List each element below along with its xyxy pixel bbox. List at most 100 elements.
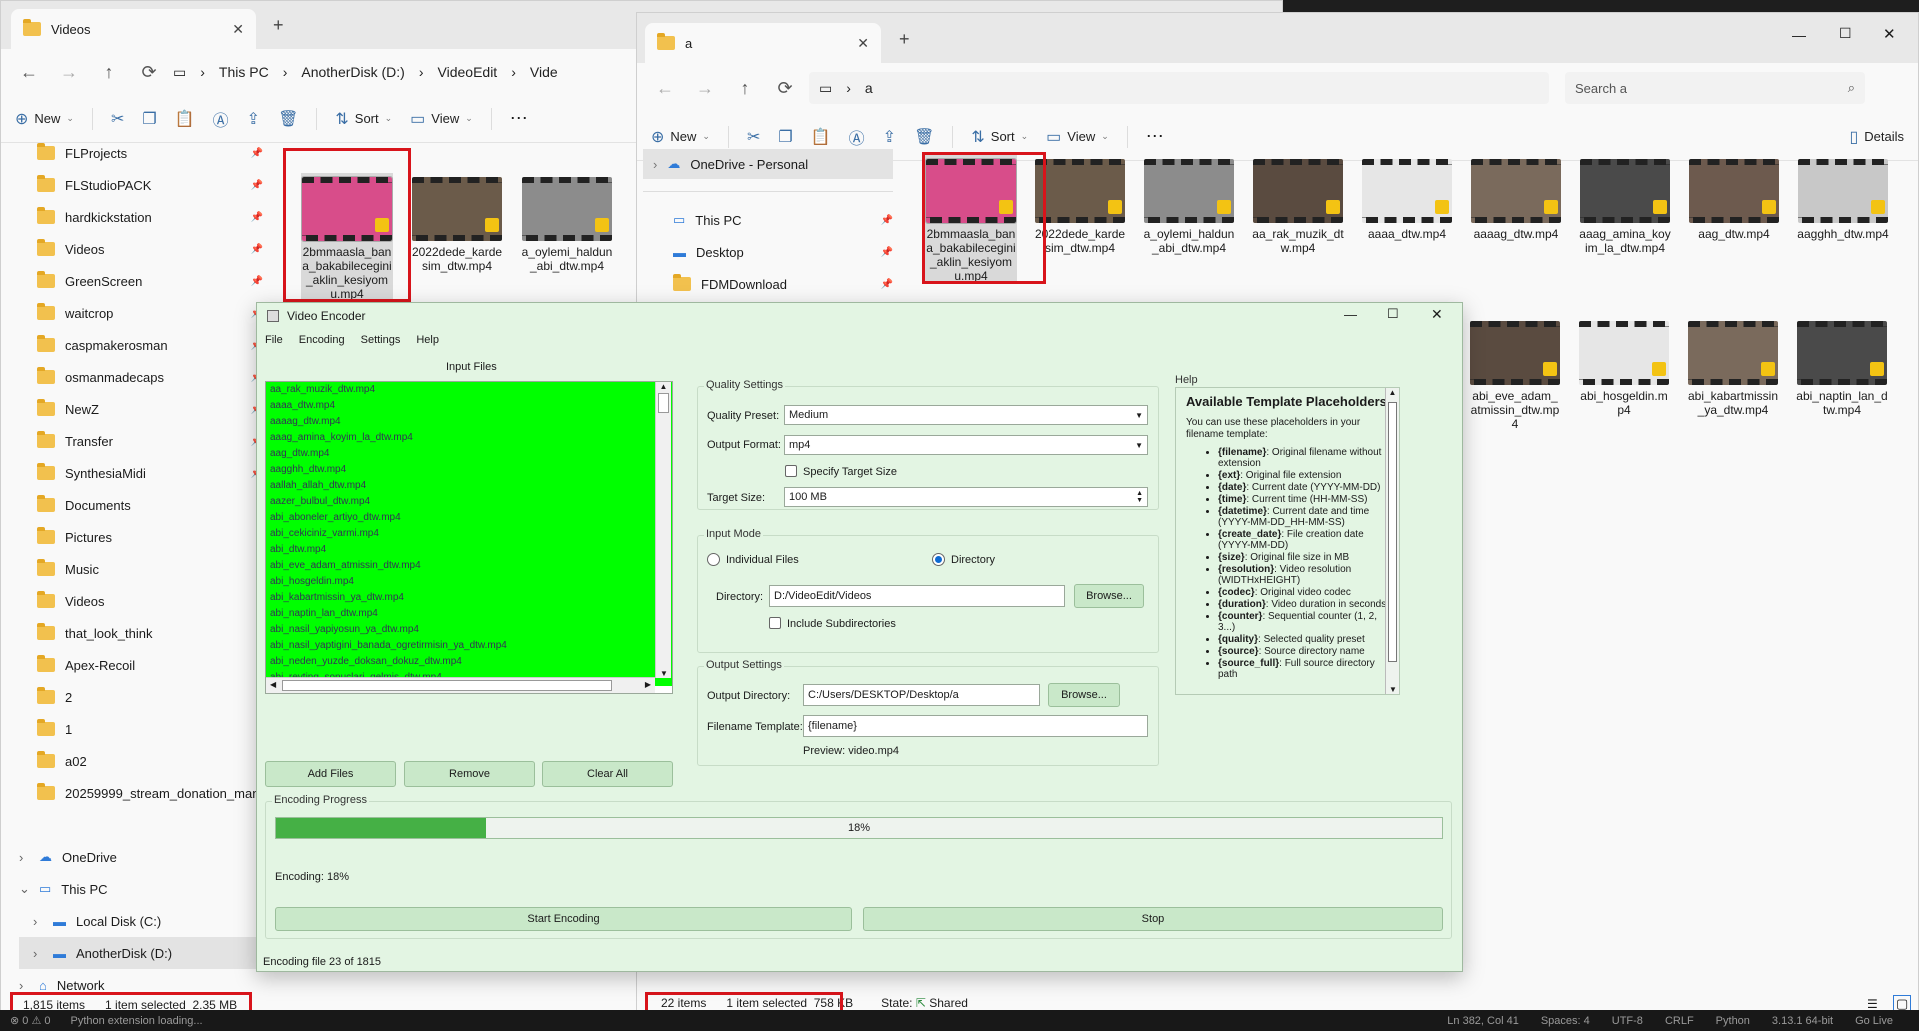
close-tab-icon[interactable]: ✕ — [232, 21, 244, 38]
input-file-row[interactable]: abi_hosgeldin.mp4 — [266, 574, 672, 590]
target-size-spinbox[interactable]: 100 MB ▲ ▼ — [784, 487, 1148, 507]
search-box[interactable]: Search a ⌕ — [1565, 72, 1865, 104]
nav-item[interactable]: FLProjects 📌 — [37, 137, 263, 169]
input-file-row[interactable]: aa_rak_muzik_dtw.mp4 — [266, 382, 672, 398]
share-icon[interactable]: ⇪ — [247, 109, 260, 129]
input-file-row[interactable]: aaaag_dtw.mp4 — [266, 414, 672, 430]
start-encoding-button[interactable]: Start Encoding — [275, 907, 852, 931]
nav-this-pc[interactable]: ▭ This PC 📌 — [643, 204, 893, 236]
directory-input[interactable]: D:/VideoEdit/Videos — [769, 585, 1065, 607]
input-browse-button[interactable]: Browse... — [1074, 584, 1144, 608]
new-tab-icon[interactable]: + — [273, 15, 284, 36]
paste-icon[interactable]: 📋 — [175, 109, 195, 129]
error-count-icon[interactable]: ⊗ 0 ⚠ 0 — [10, 1014, 50, 1027]
video-file-item[interactable]: abi_hosgeldin.mp4 — [1578, 317, 1670, 417]
input-file-row[interactable]: aag_dtw.mp4 — [266, 446, 672, 462]
close-window-icon[interactable]: ✕ — [1883, 25, 1896, 43]
status-item[interactable]: CRLF — [1665, 1015, 1694, 1027]
copy-icon[interactable]: ❐ — [142, 109, 156, 129]
pin-icon[interactable]: 📌 — [881, 279, 893, 290]
menu-encoding[interactable]: Encoding — [299, 334, 345, 346]
video-file-item[interactable]: abi_naptin_lan_dtw.mp4 — [1796, 317, 1888, 417]
refresh-icon[interactable]: ⟳ — [769, 72, 801, 104]
up-arrow-icon[interactable]: ↑ — [93, 56, 125, 88]
menu-help[interactable]: Help — [416, 334, 439, 346]
share-icon[interactable]: ⇪ — [883, 127, 896, 147]
view-button[interactable]: ▭ View ⌄ — [1046, 127, 1109, 147]
help-scroll-thumb[interactable] — [1388, 402, 1397, 662]
nav-item[interactable]: GreenScreen 📌 — [37, 265, 263, 297]
copy-icon[interactable]: ❐ — [778, 127, 792, 147]
directory-radio[interactable] — [932, 553, 945, 566]
nav-desktop[interactable]: ▬ Desktop 📌 — [643, 236, 893, 268]
scroll-left-icon[interactable]: ◀ — [270, 680, 276, 689]
scroll-hthumb[interactable] — [282, 680, 612, 691]
menu-file[interactable]: File — [265, 334, 283, 346]
tree-item[interactable]: › ▬ AnotherDisk (D:) — [19, 937, 259, 969]
video-file-item[interactable]: 2022dede_kardesim_dtw.mp4 — [411, 173, 503, 273]
close-tab-icon[interactable]: ✕ — [857, 35, 869, 52]
input-file-list[interactable]: aa_rak_muzik_dtw.mp4 aaaa_dtw.mp4 aaaag_dt… — [265, 381, 673, 694]
pin-icon[interactable]: 📌 — [251, 212, 263, 223]
video-file-item[interactable]: 2022dede_kardesim_dtw.mp4 — [1034, 155, 1126, 255]
back-arrow-icon[interactable]: ← — [13, 56, 45, 88]
scroll-up-icon[interactable]: ▲ — [656, 382, 671, 391]
crumb-a[interactable]: a — [865, 80, 873, 96]
tree-item[interactable]: › ☁ OneDrive — [19, 841, 259, 873]
input-file-row[interactable]: abi_kabartmissin_ya_dtw.mp4 — [266, 590, 672, 606]
stop-button[interactable]: Stop — [863, 907, 1443, 931]
input-file-row[interactable]: abi_aboneler_artiyo_dtw.mp4 — [266, 510, 672, 526]
input-file-row[interactable]: aaag_amina_koyim_la_dtw.mp4 — [266, 430, 672, 446]
status-item[interactable]: Spaces: 4 — [1541, 1015, 1590, 1027]
details-view-icon[interactable]: ☰ — [1867, 997, 1878, 1011]
nav-item[interactable]: Apex-Recoil — [37, 649, 263, 681]
chevron-icon[interactable]: › — [19, 978, 29, 993]
nav-item[interactable]: waitcrop📌 — [37, 297, 263, 329]
input-file-row[interactable]: abi_neden_yuzde_doksan_dokuz_dtw.mp4 — [266, 654, 672, 670]
pin-icon[interactable]: 📌 — [251, 180, 263, 191]
right-tab-a[interactable]: a ✕ — [645, 23, 881, 63]
chevron-icon[interactable]: › — [33, 914, 43, 929]
video-file-item[interactable]: aaaag_dtw.mp4 — [1470, 155, 1562, 241]
nav-item[interactable]: osmanmadecaps📌 — [37, 361, 263, 393]
video-file-item[interactable]: abi_kabartmissin_ya_dtw.mp4 — [1687, 317, 1779, 417]
add-files-button[interactable]: Add Files — [265, 761, 396, 787]
cut-icon[interactable]: ✂ — [111, 109, 124, 129]
individual-files-radio[interactable] — [707, 553, 720, 566]
up-arrow-icon[interactable]: ↑ — [729, 72, 761, 104]
nav-fdmdownload[interactable]: FDMDownload 📌 — [643, 268, 893, 300]
delete-icon[interactable]: 🗑 — [278, 109, 298, 129]
crumb-videos[interactable]: Vide — [530, 64, 558, 80]
list-vscrollbar[interactable]: ▲ ▼ — [655, 382, 671, 678]
more-icon[interactable]: ⋯ — [1146, 126, 1164, 147]
right-breadcrumb[interactable]: ▭ › a — [809, 72, 1549, 104]
more-icon[interactable]: ⋯ — [510, 108, 528, 129]
maximize-icon[interactable]: ☐ — [1387, 306, 1399, 322]
new-button[interactable]: ⊕ New ⌄ — [15, 109, 74, 129]
output-directory-input[interactable]: C:/Users/DESKTOP/Desktop/a — [803, 684, 1040, 706]
sort-button[interactable]: ⇅ Sort ⌄ — [335, 109, 392, 129]
input-file-row[interactable]: abi_dtw.mp4 — [266, 542, 672, 558]
scroll-right-icon[interactable]: ▶ — [645, 680, 651, 689]
filename-template-input[interactable]: {filename} — [803, 715, 1148, 737]
nav-item[interactable]: Transfer📌 — [37, 425, 263, 457]
status-item[interactable]: Python — [1716, 1015, 1750, 1027]
spin-arrows-icon[interactable]: ▲ ▼ — [1136, 490, 1143, 504]
rename-icon[interactable]: Ⓐ — [213, 107, 229, 131]
delete-icon[interactable]: 🗑 — [914, 127, 934, 147]
close-window-icon[interactable]: ✕ — [1431, 306, 1443, 323]
pin-icon[interactable]: 📌 — [251, 148, 263, 159]
refresh-icon[interactable]: ⟳ — [133, 56, 165, 88]
crumb-anotherdisk[interactable]: AnotherDisk (D:) — [301, 64, 404, 80]
output-format-select[interactable]: mp4 ▼ — [784, 435, 1148, 455]
status-item[interactable]: UTF-8 — [1612, 1015, 1643, 1027]
chevron-icon[interactable]: › — [33, 946, 43, 961]
chevron-icon[interactable]: ⌄ — [19, 881, 30, 897]
scroll-thumb[interactable] — [658, 393, 669, 413]
maximize-icon[interactable]: ☐ — [1839, 25, 1852, 42]
nav-item[interactable]: 1 — [37, 713, 263, 745]
video-file-item[interactable]: aagghh_dtw.mp4 — [1797, 155, 1889, 241]
forward-arrow-icon[interactable]: → — [689, 72, 721, 104]
crumb-this-pc[interactable]: This PC — [219, 64, 269, 80]
cut-icon[interactable]: ✂ — [747, 127, 760, 147]
